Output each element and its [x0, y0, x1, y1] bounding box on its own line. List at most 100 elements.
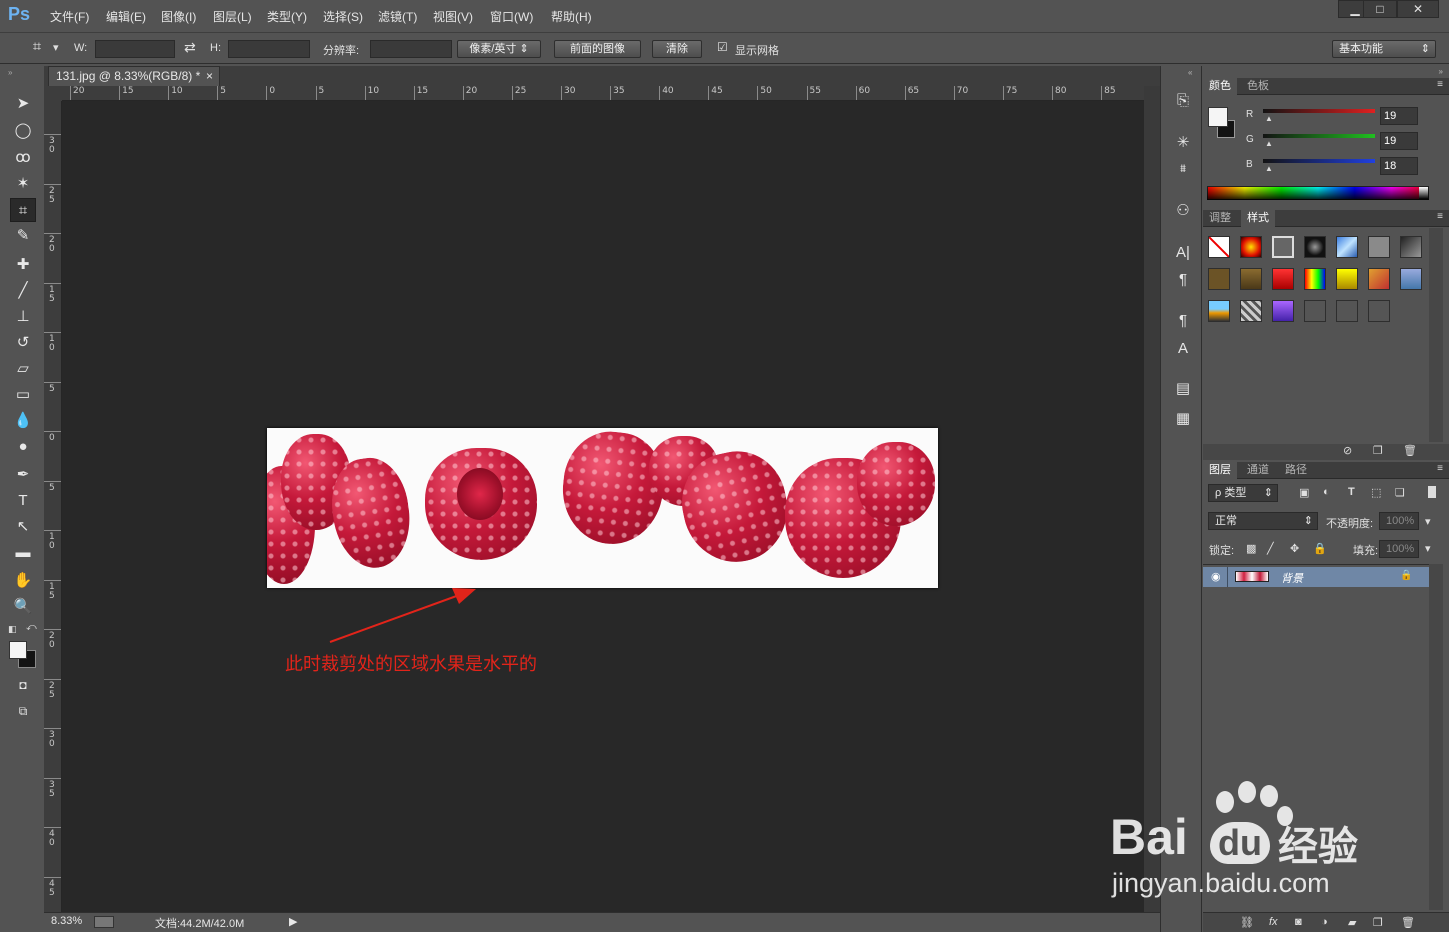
color-panel-tabs: 颜色 色板 ≡ [1203, 78, 1449, 95]
tab-channels[interactable]: 通道 [1241, 462, 1275, 479]
slider-thumb-icon[interactable]: ▲ [1265, 164, 1273, 173]
layers-panel-tabs: 图层 通道 路径 ≡ [1203, 462, 1449, 479]
style-swatch[interactable] [1240, 236, 1262, 258]
properties-icon[interactable]: ▤ [1172, 378, 1194, 400]
style-swatch[interactable] [1240, 268, 1262, 290]
blend-mode-select[interactable]: 正常 ⇕ [1208, 512, 1318, 530]
styles-footer: ⊘ ❐ 🗑 [1203, 444, 1449, 460]
filter-smart-icon[interactable]: ❏ [1395, 486, 1405, 499]
style-swatch[interactable] [1368, 300, 1390, 322]
channel-r-label: R [1246, 109, 1254, 120]
color-ramp-bw[interactable] [1419, 187, 1428, 199]
lock-move-icon[interactable]: ✥ [1290, 542, 1299, 555]
layer-name[interactable]: 背景 [1281, 570, 1303, 586]
filter-toggle[interactable] [1428, 486, 1436, 498]
slider-thumb-icon[interactable]: ▲ [1265, 139, 1273, 148]
link-layers-icon[interactable]: ⛓ [1240, 916, 1254, 929]
lock-all-icon[interactable]: 🔒 [1313, 542, 1327, 555]
channel-r-slider[interactable] [1263, 109, 1375, 113]
collapse-icon[interactable]: « [1188, 68, 1192, 77]
lock-icon: 🔒 [1400, 570, 1413, 581]
zoom-level[interactable]: 8.33% [51, 915, 82, 927]
style-swatch[interactable] [1272, 236, 1294, 258]
panel-menu-icon[interactable]: ≡ [1437, 463, 1443, 474]
style-swatch[interactable] [1240, 300, 1262, 322]
panel-menu-icon[interactable]: ≡ [1437, 79, 1443, 90]
style-swatch[interactable] [1400, 236, 1422, 258]
style-swatch[interactable] [1272, 268, 1294, 290]
style-swatch[interactable] [1368, 268, 1390, 290]
tab-color[interactable]: 颜色 [1203, 78, 1237, 95]
trash-icon[interactable]: 🗑 [1403, 444, 1417, 457]
style-swatch[interactable] [1304, 268, 1326, 290]
notes-icon[interactable]: ▦ [1172, 408, 1194, 430]
trash-icon[interactable]: 🗑 [1401, 916, 1415, 929]
channel-g-value[interactable]: 19 [1380, 132, 1418, 150]
adjustment-layer-icon[interactable]: ◑ [1321, 916, 1328, 928]
paragraph-icon[interactable]: ¶ [1172, 269, 1194, 291]
filter-adjustment-icon[interactable]: ◐ [1323, 486, 1330, 498]
brush-settings-icon[interactable]: ✳ [1172, 132, 1194, 154]
new-group-icon[interactable]: ▰ [1348, 916, 1356, 929]
annotation-text: 此时裁剪处的区域水果是水平的 [285, 654, 537, 675]
lock-transparent-icon[interactable]: ▩ [1246, 542, 1256, 555]
triangle-right-icon[interactable]: ▶ [289, 915, 297, 928]
panel-menu-icon[interactable]: ≡ [1437, 211, 1443, 222]
channel-r-value[interactable]: 19 [1380, 107, 1418, 125]
character-styles-icon[interactable]: A [1172, 338, 1194, 360]
channel-b-slider[interactable] [1263, 159, 1375, 163]
character-icon[interactable]: A| [1172, 242, 1194, 264]
new-style-icon[interactable]: ❐ [1373, 444, 1383, 457]
style-swatch[interactable] [1304, 236, 1326, 258]
color-ramp-shade [1207, 186, 1429, 200]
blend-mode-label: 正常 [1215, 515, 1237, 527]
style-swatch[interactable] [1208, 300, 1230, 322]
opacity-input[interactable]: 100% [1379, 512, 1419, 530]
style-swatch[interactable] [1336, 300, 1358, 322]
history-icon[interactable]: ⎘ [1172, 90, 1194, 112]
chevron-down-icon[interactable]: ▾ [1425, 542, 1431, 555]
tab-adjustments[interactable]: 调整 [1203, 210, 1237, 227]
filter-shape-icon[interactable]: ⬚ [1371, 486, 1381, 499]
style-swatch[interactable] [1336, 236, 1358, 258]
new-layer-icon[interactable]: ❐ [1373, 916, 1383, 929]
filter-image-icon[interactable]: ▣ [1299, 486, 1309, 499]
fill-input[interactable]: 100% [1379, 540, 1419, 558]
filter-type-icon[interactable]: T [1348, 486, 1355, 498]
style-swatch[interactable] [1304, 300, 1326, 322]
clone-source-icon[interactable]: ⚇ [1172, 200, 1194, 222]
chevron-down-icon[interactable]: ▾ [1425, 515, 1431, 528]
collapse-icon[interactable]: » [1439, 67, 1443, 76]
style-swatch[interactable] [1272, 300, 1294, 322]
channel-b-label: B [1246, 159, 1253, 170]
chevron-down-icon: ⇕ [1303, 515, 1313, 527]
paragraph-styles-icon[interactable]: ¶ [1172, 310, 1194, 332]
tab-styles[interactable]: 样式 [1241, 210, 1275, 227]
channel-b-value[interactable]: 18 [1380, 157, 1418, 175]
layer-filter-select[interactable]: ρ 类型 ⇕ [1208, 484, 1278, 502]
style-swatch[interactable] [1336, 268, 1358, 290]
style-swatch[interactable] [1208, 268, 1230, 290]
styles-scrollbar[interactable] [1429, 228, 1443, 442]
eye-icon[interactable]: ◉ [1211, 570, 1221, 583]
tab-layers[interactable]: 图层 [1203, 462, 1237, 479]
layers-scrollbar[interactable] [1429, 564, 1443, 910]
status-icon[interactable] [94, 916, 114, 928]
no-style-icon[interactable]: ⊘ [1343, 444, 1352, 457]
document-info: 文档:44.2M/42.0M [155, 918, 245, 930]
layer-row[interactable]: ◉ 背景 🔒 [1203, 567, 1429, 587]
add-mask-icon[interactable]: ◙ [1295, 916, 1302, 928]
lock-paint-icon[interactable]: ╱ [1267, 542, 1274, 555]
style-swatch[interactable] [1400, 268, 1422, 290]
photoshop-window: Ps 文件(F) 编辑(E) 图像(I) 图层(L) 类型(Y) 选择(S) 滤… [0, 0, 1449, 932]
channel-g-slider[interactable] [1263, 134, 1375, 138]
tab-swatches[interactable]: 色板 [1241, 78, 1275, 95]
channel-g-label: G [1246, 134, 1254, 145]
fx-icon[interactable]: fx [1269, 916, 1278, 928]
tab-paths[interactable]: 路径 [1279, 462, 1313, 479]
slider-thumb-icon[interactable]: ▲ [1265, 114, 1273, 123]
style-swatch[interactable] [1368, 236, 1390, 258]
foreground-color-swatch[interactable] [1208, 107, 1228, 127]
brush-presets-icon[interactable]: ⩩ [1172, 158, 1194, 180]
style-none-swatch[interactable] [1208, 236, 1230, 258]
